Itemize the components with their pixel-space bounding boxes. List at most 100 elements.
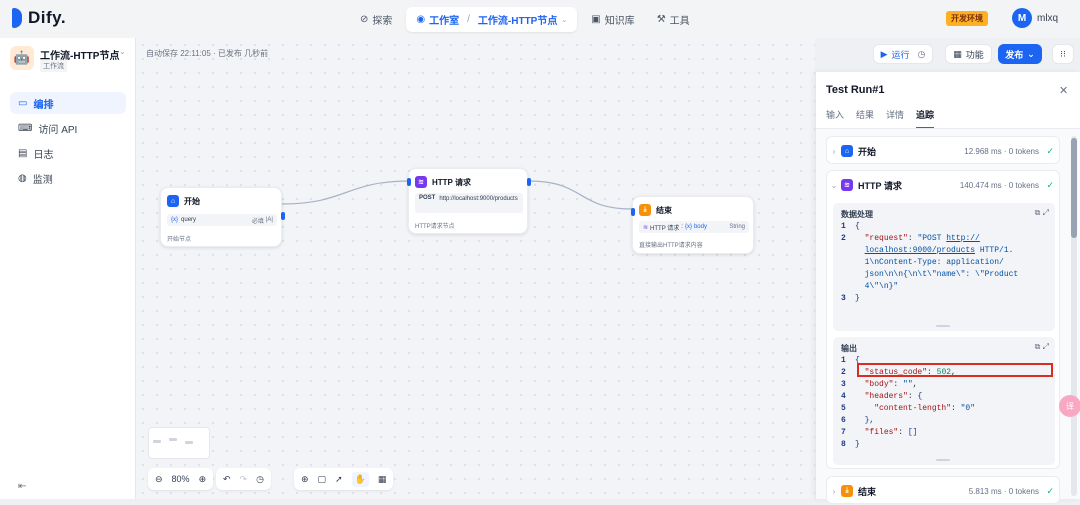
panel-tabs: 输入 结果 详情 追踪: [826, 108, 935, 129]
sidebar-item-logs[interactable]: ▤ 日志: [10, 142, 126, 164]
tab-tracing[interactable]: 追踪: [916, 108, 935, 129]
end-node[interactable]: ⤓ 结束 ≋ HTTP 请求 : {x} body String 直接输出HTT…: [631, 196, 754, 254]
check-circle-icon: ✓: [1046, 145, 1054, 156]
body-value: "": [903, 380, 913, 389]
nav-knowledge-label: 知识库: [604, 16, 635, 27]
copy-icon[interactable]: ⧉: [1035, 342, 1041, 351]
env-badge-label: 开发环境: [951, 14, 983, 23]
chevron-down-icon[interactable]: ⌄: [827, 181, 841, 190]
code-line: localhost:9000/products HTTP/1.: [841, 245, 1014, 257]
end-var-name: body: [693, 224, 707, 230]
pointer-icon[interactable]: ➚: [335, 474, 343, 485]
chevron-down-icon[interactable]: ⌄: [119, 47, 126, 56]
content-length-key: "content-length": [874, 404, 952, 413]
test-run-panel: Test Run#1 ✕ 输入 结果 详情 追踪 › ⌂ 开始 12.968 m…: [815, 72, 1080, 504]
add-node-icon[interactable]: ⊕: [301, 474, 309, 485]
trace-start[interactable]: › ⌂ 开始 12.968 ms · 0 tokens ✓: [826, 136, 1060, 164]
nav-knowledge[interactable]: ▣ 知识库: [583, 8, 642, 31]
layout-icon: ▭: [18, 97, 28, 109]
start-node[interactable]: ⌂ 开始 {x} query 必填 |A| 开始节点: [160, 187, 285, 247]
panel-title: Test Run#1: [826, 84, 885, 96]
history-controls: ↶ ↷ ◷: [216, 468, 271, 490]
trace-list: › ⌂ 开始 12.968 ms · 0 tokens ✓ ⌄ ≋ HTTP 请…: [816, 128, 1080, 504]
expand-icon[interactable]: ⤢: [1043, 342, 1049, 351]
minimap[interactable]: [148, 427, 210, 459]
tab-input[interactable]: 输入: [826, 108, 844, 129]
trace-start-meta: 12.968 ms · 0 tokens: [964, 146, 1039, 156]
files-key: "files": [864, 428, 899, 437]
app-type-badge: 工作流: [40, 60, 67, 72]
sidebar-item-label: 访问 API: [38, 124, 78, 136]
close-icon[interactable]: ✕: [1059, 84, 1068, 97]
http-in-handle[interactable]: [407, 178, 411, 186]
run-button[interactable]: ▶ 运行 ◷: [873, 44, 933, 64]
collapse-sidebar-icon[interactable]: ⇤: [18, 481, 26, 492]
organize-icon[interactable]: ▦: [378, 474, 387, 485]
dify-logo[interactable]: Dify.: [12, 8, 66, 28]
nav-explore[interactable]: ⊘ 探索: [352, 8, 400, 31]
end-icon: ⤓: [841, 485, 853, 497]
start-node-title: 开始: [184, 196, 200, 206]
zoom-in-icon[interactable]: ⊕: [199, 474, 207, 485]
publish-button[interactable]: 发布 ⌄: [998, 44, 1042, 64]
http-node[interactable]: ≋ HTTP 请求 POST http://localhost:9000/pro…: [407, 168, 531, 234]
tab-detail[interactable]: 详情: [886, 108, 904, 129]
nav-studio[interactable]: ◉ 工作室 / 工作流-HTTP节点 ⌄: [406, 7, 578, 32]
http-icon: ≋: [841, 179, 853, 191]
monitor-icon: ◍: [18, 172, 27, 184]
sidebar-item-orchestrate[interactable]: ▭ 编排: [10, 92, 126, 114]
username[interactable]: mlxq: [1037, 13, 1058, 24]
code-line: 6 },: [841, 416, 875, 425]
trace-http-meta: 140.474 ms · 0 tokens: [959, 180, 1039, 190]
undo-icon[interactable]: ↶: [223, 474, 231, 485]
request-url[interactable]: localhost:9000/products: [865, 246, 975, 255]
chevron-right-icon[interactable]: ›: [827, 487, 841, 496]
features-button[interactable]: ▦ 功能: [945, 44, 992, 64]
start-var-required: 必填: [251, 218, 264, 225]
nav-tools[interactable]: ⚒ 工具: [649, 8, 698, 31]
trace-end[interactable]: › ⤓ 结束 5.813 ms · 0 tokens ✓: [826, 476, 1060, 504]
chevron-right-icon[interactable]: ›: [827, 147, 841, 156]
translate-float-button[interactable]: 译: [1059, 395, 1080, 417]
variable-icon: {x}: [684, 224, 692, 230]
request-url[interactable]: http://: [946, 234, 980, 243]
sidebar-item-api[interactable]: ⌨ 访问 API: [10, 117, 126, 139]
trace-http-name: HTTP 请求: [858, 180, 902, 191]
end-var-row: ≋ HTTP 请求 : {x} body String: [639, 221, 749, 233]
trace-end-meta: 5.813 ms · 0 tokens: [968, 486, 1039, 496]
sidebar-item-monitor[interactable]: ◍ 监测: [10, 167, 126, 189]
env-badge: 开发环境: [946, 11, 988, 26]
http-icon: ≋: [415, 176, 427, 188]
avatar[interactable]: M: [1012, 8, 1032, 28]
trace-http[interactable]: ⌄ ≋ HTTP 请求 140.474 ms · 0 tokens ✓ 数据处理…: [826, 170, 1060, 469]
hand-icon[interactable]: ✋: [351, 471, 369, 487]
start-out-handle[interactable]: [281, 212, 285, 220]
history-icon[interactable]: ◷: [256, 474, 264, 485]
zoom-out-icon[interactable]: ⊖: [155, 474, 163, 485]
resize-grip[interactable]: [936, 459, 950, 461]
workflow-canvas[interactable]: 自动保存 22:11:05 · 已发布 几秒前 ⌂ 开始 {x} query 必…: [136, 38, 815, 499]
resize-grip[interactable]: [936, 325, 950, 327]
http-out-handle[interactable]: [527, 178, 531, 186]
home-icon: ⌂: [167, 195, 179, 207]
end-in-handle[interactable]: [631, 208, 635, 216]
minimap-node: [169, 438, 177, 441]
chevron-down-icon[interactable]: ⌄: [561, 16, 567, 24]
scrollbar-thumb[interactable]: [1071, 138, 1077, 238]
add-note-icon[interactable]: ▢: [318, 474, 327, 485]
tab-result[interactable]: 结果: [856, 108, 874, 129]
redo-icon[interactable]: ↷: [240, 474, 248, 485]
play-icon: ▶: [880, 48, 888, 59]
end-var-source: HTTP 请求: [650, 225, 680, 232]
output-title: 输出: [841, 344, 857, 353]
nav-separator: /: [467, 14, 470, 25]
nav-current-app[interactable]: 工作流-HTTP节点: [478, 12, 557, 27]
trace-end-name: 结束: [858, 486, 877, 497]
expand-icon[interactable]: ⤢: [1043, 208, 1049, 217]
env-variables-button[interactable]: ⁝⁝: [1052, 44, 1074, 64]
zoom-level[interactable]: 80%: [172, 474, 190, 484]
code-line: 8}: [841, 440, 860, 449]
copy-icon[interactable]: ⧉: [1035, 208, 1041, 217]
main-nav: ⊘ 探索 ◉ 工作室 / 工作流-HTTP节点 ⌄ ▣ 知识库 ⚒ 工具: [352, 7, 698, 32]
run-history-icon[interactable]: ◷: [918, 49, 926, 60]
